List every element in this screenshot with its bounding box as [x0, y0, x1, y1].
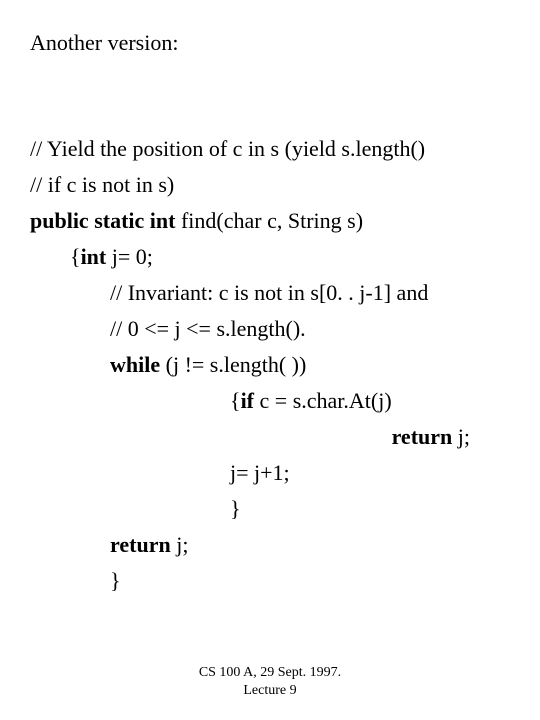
code-line-brace-close-outer: } [30, 568, 510, 594]
keyword-while: while [110, 352, 160, 377]
code-line-invariant-1: // Invariant: c is not in s[0. . j-1] an… [30, 280, 510, 306]
code-line-return-j-outer: return j; [30, 532, 510, 558]
code-line-signature: public static int find(char c, String s) [30, 208, 510, 234]
slide-footer: CS 100 A, 29 Sept. 1997. Lecture 9 [0, 664, 540, 700]
if-cond: c = s.char.At(j) [254, 388, 392, 413]
code-line-j-increment: j= j+1; [30, 460, 510, 486]
footer-line-2: Lecture 9 [0, 682, 540, 700]
code-line-brace-close-inner: } [30, 496, 510, 522]
keyword-public-static-int: public static int [30, 208, 175, 233]
code-line-int-j: {int j= 0; [30, 244, 510, 270]
code-line-invariant-2: // 0 <= j <= s.length(). [30, 316, 510, 342]
slide-title: Another version: [30, 30, 510, 56]
while-cond: (j != s.length( )) [160, 352, 306, 377]
keyword-int: int [81, 244, 107, 269]
j-decl: j= 0; [106, 244, 153, 269]
code-line-if: {if c = s.char.At(j) [30, 388, 510, 414]
return-j-1: j; [452, 424, 470, 449]
code-line-return-j-inner: return j; [30, 424, 510, 450]
brace-open: { [70, 244, 81, 269]
brace-open-inner: { [230, 388, 241, 413]
keyword-return-1: return [392, 424, 453, 449]
keyword-if: if [241, 388, 254, 413]
footer-line-1: CS 100 A, 29 Sept. 1997. [0, 664, 540, 682]
keyword-return-2: return [110, 532, 171, 557]
code-line-comment-2: // if c is not in s) [30, 172, 510, 198]
signature-rest: find(char c, String s) [175, 208, 363, 233]
code-line-while: while (j != s.length( )) [30, 352, 510, 378]
code-line-comment-1: // Yield the position of c in s (yield s… [30, 136, 510, 162]
return-j-2: j; [171, 532, 189, 557]
